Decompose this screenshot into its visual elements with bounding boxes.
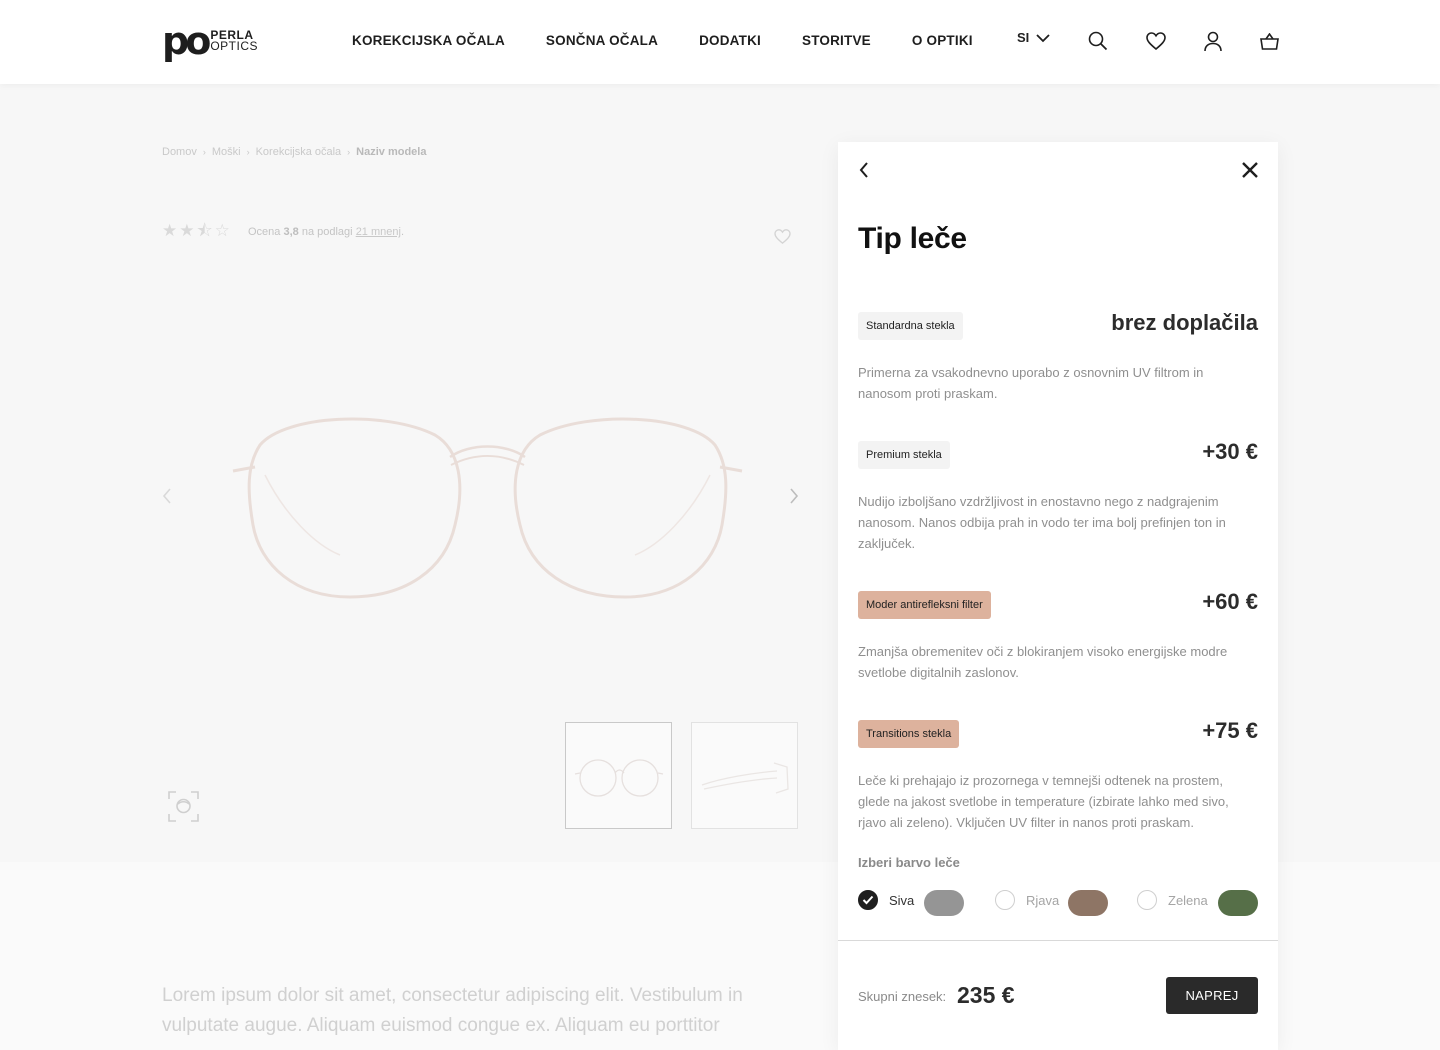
- breadcrumb-separator-icon: ›: [246, 147, 250, 157]
- rating-text: Ocena 3,8 na podlagi 21 mnenj.: [248, 226, 404, 238]
- rating-stars: ★ ★ ⯪ ☆: [162, 222, 230, 240]
- total-value: 235 €: [957, 982, 1015, 1008]
- breadcrumb-item[interactable]: Domov: [162, 146, 197, 158]
- thumbnail-glasses-front: [574, 759, 664, 797]
- color-swatch-rjava[interactable]: [1068, 890, 1108, 916]
- product-description-text: Lorem ipsum dolor sit amet, consectetur …: [162, 985, 743, 1036]
- color-heading: Izberi barvo leče: [858, 855, 960, 870]
- breadcrumb-item[interactable]: Moški: [212, 146, 241, 158]
- color-swatch-siva[interactable]: [924, 890, 964, 916]
- thumbnail-glasses-side: [701, 762, 789, 794]
- lens-option-tag[interactable]: Moder antirefleksni filter: [858, 591, 991, 619]
- lens-color-options: Siva Rjava Zelena: [858, 890, 1258, 916]
- chevron-down-icon: [1036, 33, 1050, 42]
- lens-option-price: +60 €: [1202, 589, 1258, 614]
- search-icon[interactable]: [1088, 31, 1108, 51]
- logo-line2: OPTICS: [210, 39, 258, 53]
- rating-prefix: Ocena: [248, 226, 281, 238]
- logo[interactable]: po PERLA OPTICS: [162, 19, 258, 63]
- lens-option-description: Leče ki prehajajo iz prozornega v temnej…: [858, 773, 1229, 830]
- wishlist-heart-icon[interactable]: [774, 229, 791, 244]
- product-image: [232, 417, 743, 599]
- reviews-link[interactable]: 21 mnenj: [356, 226, 401, 238]
- star-half-icon: ⯪: [196, 221, 213, 240]
- lens-option-price: +75 €: [1202, 718, 1258, 743]
- star-full-icon: ★: [162, 221, 178, 240]
- breadcrumb-item[interactable]: Korekcijska očala: [256, 146, 342, 158]
- color-label: Zelena: [1168, 892, 1208, 908]
- rating-value: 3,8: [283, 226, 299, 238]
- color-label: Siva: [889, 892, 915, 908]
- lens-option-price: +30 €: [1202, 439, 1258, 464]
- breadcrumb-separator-icon: ›: [202, 147, 206, 157]
- site-header: po PERLA OPTICS KOREKCIJSKA OČALA SONČNA…: [0, 0, 1440, 84]
- language-selector[interactable]: SI: [1017, 30, 1051, 45]
- lens-option-tag[interactable]: Transitions stekla: [858, 720, 960, 748]
- star-full-icon: ★: [179, 221, 195, 240]
- color-option-zelena[interactable]: Zelena: [1137, 890, 1208, 910]
- radio-checked-icon[interactable]: [858, 890, 878, 910]
- lens-option-tag[interactable]: Standardna stekla: [858, 312, 963, 340]
- nav-item-o-optiki[interactable]: O OPTIKI: [912, 33, 973, 48]
- back-arrow-icon[interactable]: [858, 160, 870, 180]
- color-swatch-zelena[interactable]: [1218, 890, 1258, 916]
- panel-title: Tip leče: [858, 222, 967, 255]
- star-empty-icon: ☆: [214, 221, 230, 240]
- product-thumbnail[interactable]: [691, 722, 798, 829]
- color-option-rjava[interactable]: Rjava: [995, 890, 1059, 910]
- color-label: Rjava: [1026, 892, 1060, 908]
- main-nav: KOREKCIJSKA OČALA SONČNA OČALA DODATKI S…: [352, 33, 973, 48]
- cart-icon[interactable]: [1260, 33, 1279, 50]
- breadcrumb-separator-icon: ›: [347, 147, 351, 157]
- chevron-left-icon[interactable]: [162, 488, 172, 504]
- logo-mark: po: [162, 19, 211, 63]
- lens-option-tag[interactable]: Premium stekla: [858, 441, 950, 469]
- lens-type-panel: Tip leče Standardna stekla brez doplačil…: [838, 142, 1278, 1050]
- face-scan-icon[interactable]: [168, 791, 199, 822]
- radio-empty-icon[interactable]: [1137, 890, 1157, 910]
- nav-item-storitve[interactable]: STORITVE: [802, 33, 871, 48]
- nav-item-dodatki[interactable]: DODATKI: [699, 33, 761, 48]
- rating-suffix: .: [400, 226, 405, 238]
- next-button[interactable]: NAPREJ: [1166, 977, 1258, 1014]
- breadcrumb: Domov › Moški › Korekcijska očala › Nazi…: [162, 146, 426, 158]
- header-tools: SI: [1017, 30, 1279, 52]
- logo-text: PERLA OPTICS: [210, 29, 258, 53]
- breadcrumb-current: Naziv modela: [356, 146, 427, 158]
- lens-option-description: Primerna za vsakodnevno uporabo z osnovn…: [858, 365, 1204, 401]
- lens-option-description: Nudijo izboljšano vzdržljivost in enosta…: [858, 494, 1226, 551]
- nav-item-soncna-ocala[interactable]: SONČNA OČALA: [546, 33, 658, 48]
- color-option-siva[interactable]: Siva: [858, 890, 914, 910]
- rating-mid: na podlagi: [301, 226, 353, 238]
- total-label: Skupni znesek:: [858, 989, 947, 1004]
- lens-option-price: brez doplačila: [1111, 310, 1258, 335]
- close-icon[interactable]: [1240, 160, 1260, 180]
- lens-option-description: Zmanjša obremenitev oči z blokiranjem vi…: [858, 644, 1228, 680]
- radio-empty-icon[interactable]: [995, 890, 1015, 910]
- language-label: SI: [1017, 30, 1030, 45]
- chevron-right-icon[interactable]: [789, 488, 799, 504]
- divider: [838, 940, 1278, 941]
- nav-item-korekcijska-ocala[interactable]: KOREKCIJSKA OČALA: [352, 33, 505, 48]
- heart-icon[interactable]: [1146, 32, 1166, 50]
- user-icon[interactable]: [1204, 31, 1222, 52]
- product-thumbnail[interactable]: [565, 722, 672, 829]
